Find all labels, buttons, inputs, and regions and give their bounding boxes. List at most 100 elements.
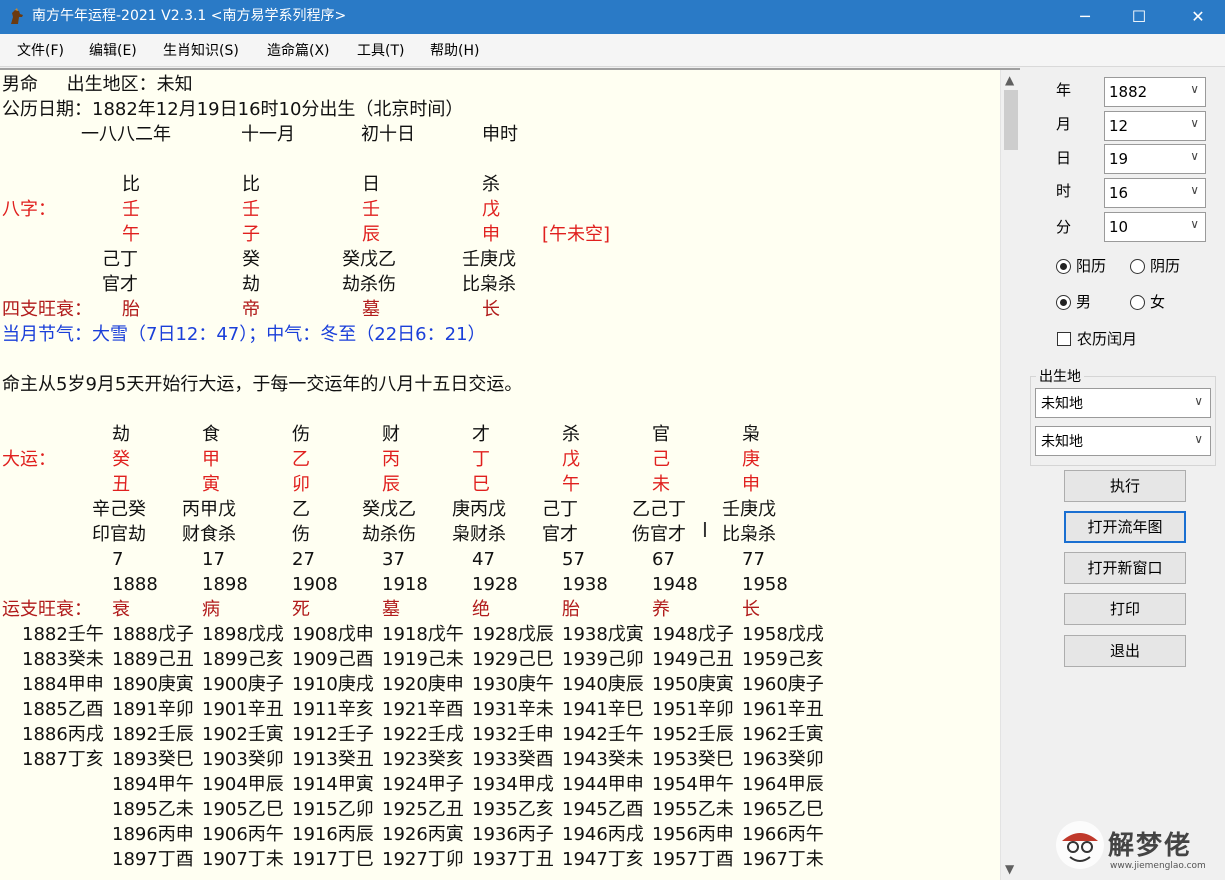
liunian-year: 1912壬子 <box>292 724 374 745</box>
exit-button[interactable]: 退出 <box>1064 635 1186 667</box>
solar-label: 阳历 <box>1076 257 1107 275</box>
liunian-year: 1942壬午 <box>562 724 644 745</box>
lunar-month: 十一月 <box>241 124 295 145</box>
dayun-year: 1918 <box>382 574 428 595</box>
liunian-year: 1893癸巳 <box>112 749 194 770</box>
dayun-stem: 戊 <box>562 449 580 470</box>
liunian-year: 1895乙未 <box>112 799 194 820</box>
dayun-hidden-stems: 壬庚戊 <box>722 499 776 520</box>
liunian-pre-year: 1886丙戌 <box>22 724 104 745</box>
hour-label: 时 <box>1056 182 1072 200</box>
chart-text-pane[interactable]: 男命 出生地区：未知 公历日期：1882年12月19日16时10分出生（北京时间… <box>0 68 1020 880</box>
liunian-year: 1909己酉 <box>292 649 374 670</box>
solar-radio[interactable] <box>1056 259 1071 274</box>
female-label: 女 <box>1150 293 1166 311</box>
dayun-year: 1938 <box>562 574 608 595</box>
female-radio[interactable] <box>1130 295 1145 310</box>
chevron-down-icon: ∨ <box>1190 217 1199 231</box>
liunian-year: 1913癸丑 <box>292 749 374 770</box>
app-horse-icon <box>11 8 23 24</box>
day-combo[interactable]: 19 ∨ <box>1104 144 1206 174</box>
liunian-year: 1953癸巳 <box>652 749 734 770</box>
print-button[interactable]: 打印 <box>1064 593 1186 625</box>
hidden-stems: 癸戊乙 <box>342 249 396 270</box>
hour-combo[interactable]: 16 ∨ <box>1104 178 1206 208</box>
execute-button[interactable]: 执行 <box>1064 470 1186 502</box>
dayun-age: 37 <box>382 549 405 570</box>
dayun-god: 才 <box>472 424 490 445</box>
scroll-down-icon[interactable]: ▼ <box>1005 862 1014 876</box>
liunian-year: 1963癸卯 <box>742 749 824 770</box>
dayun-god: 官 <box>652 424 670 445</box>
lunar-year: 一八八二年 <box>81 124 171 145</box>
dayun-branch: 卯 <box>292 474 310 495</box>
hidden-gods: 劫 <box>242 274 260 295</box>
menu-zodiac[interactable]: 生肖知识(S) <box>163 42 239 60</box>
dayun-age: 57 <box>562 549 585 570</box>
liunian-pre-year: 1884甲申 <box>22 674 104 695</box>
liunian-year: 1923癸亥 <box>382 749 464 770</box>
liunian-year: 1936丙子 <box>472 824 554 845</box>
liunian-year: 1952壬辰 <box>652 724 734 745</box>
dayun-branch: 丑 <box>112 474 130 495</box>
liunian-year: 1902壬寅 <box>202 724 284 745</box>
minimize-button[interactable]: ─ <box>1062 0 1108 34</box>
menu-edit[interactable]: 编辑(E) <box>89 42 137 60</box>
dayun-year: 1888 <box>112 574 158 595</box>
dayun-year: 1948 <box>652 574 698 595</box>
dayun-year: 1958 <box>742 574 788 595</box>
liunian-pre-year: 1882壬午 <box>22 624 104 645</box>
male-radio[interactable] <box>1056 295 1071 310</box>
province-combo[interactable]: 未知地 ∨ <box>1035 388 1211 418</box>
leap-month-checkbox[interactable] <box>1057 332 1071 346</box>
year-combo[interactable]: 1882 ∨ <box>1104 77 1206 107</box>
lunar-radio[interactable] <box>1130 259 1145 274</box>
month-combo[interactable]: 12 ∨ <box>1104 111 1206 141</box>
menu-file[interactable]: 文件(F) <box>17 42 64 60</box>
menu-tools[interactable]: 工具(T) <box>357 42 404 60</box>
liunian-year: 1941辛巳 <box>562 699 644 720</box>
leap-month-label: 农历闰月 <box>1077 330 1138 348</box>
close-button[interactable]: ✕ <box>1175 0 1221 34</box>
birthplace-title: 出生地 <box>1036 366 1084 386</box>
bazi-label: 八字： <box>2 199 56 220</box>
dayun-wangshuai: 长 <box>742 599 760 620</box>
liunian-year: 1897丁酉 <box>112 849 194 870</box>
liunian-year: 1905乙巳 <box>202 799 284 820</box>
male-label: 男 <box>1076 293 1092 311</box>
liunian-year: 1918戊午 <box>382 624 464 645</box>
menu-help[interactable]: 帮助(H) <box>430 42 479 60</box>
dayun-hidden-stems: 乙己丁 <box>632 499 686 520</box>
pillar-branch: 辰 <box>362 224 380 245</box>
liunian-year: 1957丁酉 <box>652 849 734 870</box>
dayun-wangshuai: 墓 <box>382 599 400 620</box>
liunian-year: 1944甲申 <box>562 774 644 795</box>
dayun-hidden-stems: 丙甲戊 <box>182 499 236 520</box>
liunian-year: 1888戊子 <box>112 624 194 645</box>
maximize-button[interactable]: ☐ <box>1116 0 1162 34</box>
hidden-gods: 劫杀伤 <box>342 274 396 295</box>
dayun-age: 77 <box>742 549 765 570</box>
scroll-thumb[interactable] <box>1004 90 1018 150</box>
vertical-scrollbar[interactable]: ▲ ▼ <box>1000 70 1020 880</box>
pillar-stem: 戊 <box>482 199 500 220</box>
city-combo[interactable]: 未知地 ∨ <box>1035 426 1211 456</box>
pillar-branch: 申 <box>482 224 500 245</box>
dayun-hidden-gods: 伤 <box>292 524 310 545</box>
liunian-year: 1928戊辰 <box>472 624 554 645</box>
liunian-year: 1903癸卯 <box>202 749 284 770</box>
pillar-stem: 壬 <box>242 199 260 220</box>
solar-date: 公历日期：1882年12月19日16时10分出生（北京时间） <box>2 99 464 120</box>
liunian-year: 1898戊戌 <box>202 624 284 645</box>
menu-zaoming[interactable]: 造命篇(X) <box>267 42 330 60</box>
minute-combo[interactable]: 10 ∨ <box>1104 212 1206 242</box>
scroll-up-icon[interactable]: ▲ <box>1005 73 1014 87</box>
pillar-god: 比 <box>122 174 140 195</box>
liunian-year: 1916丙辰 <box>292 824 374 845</box>
liunian-year: 1959己亥 <box>742 649 824 670</box>
dayun-year: 1908 <box>292 574 338 595</box>
new-window-button[interactable]: 打开新窗口 <box>1064 552 1186 584</box>
wangshuai-value: 胎 <box>122 299 140 320</box>
dayun-god: 杀 <box>562 424 580 445</box>
open-chart-button[interactable]: 打开流年图 <box>1064 511 1186 543</box>
